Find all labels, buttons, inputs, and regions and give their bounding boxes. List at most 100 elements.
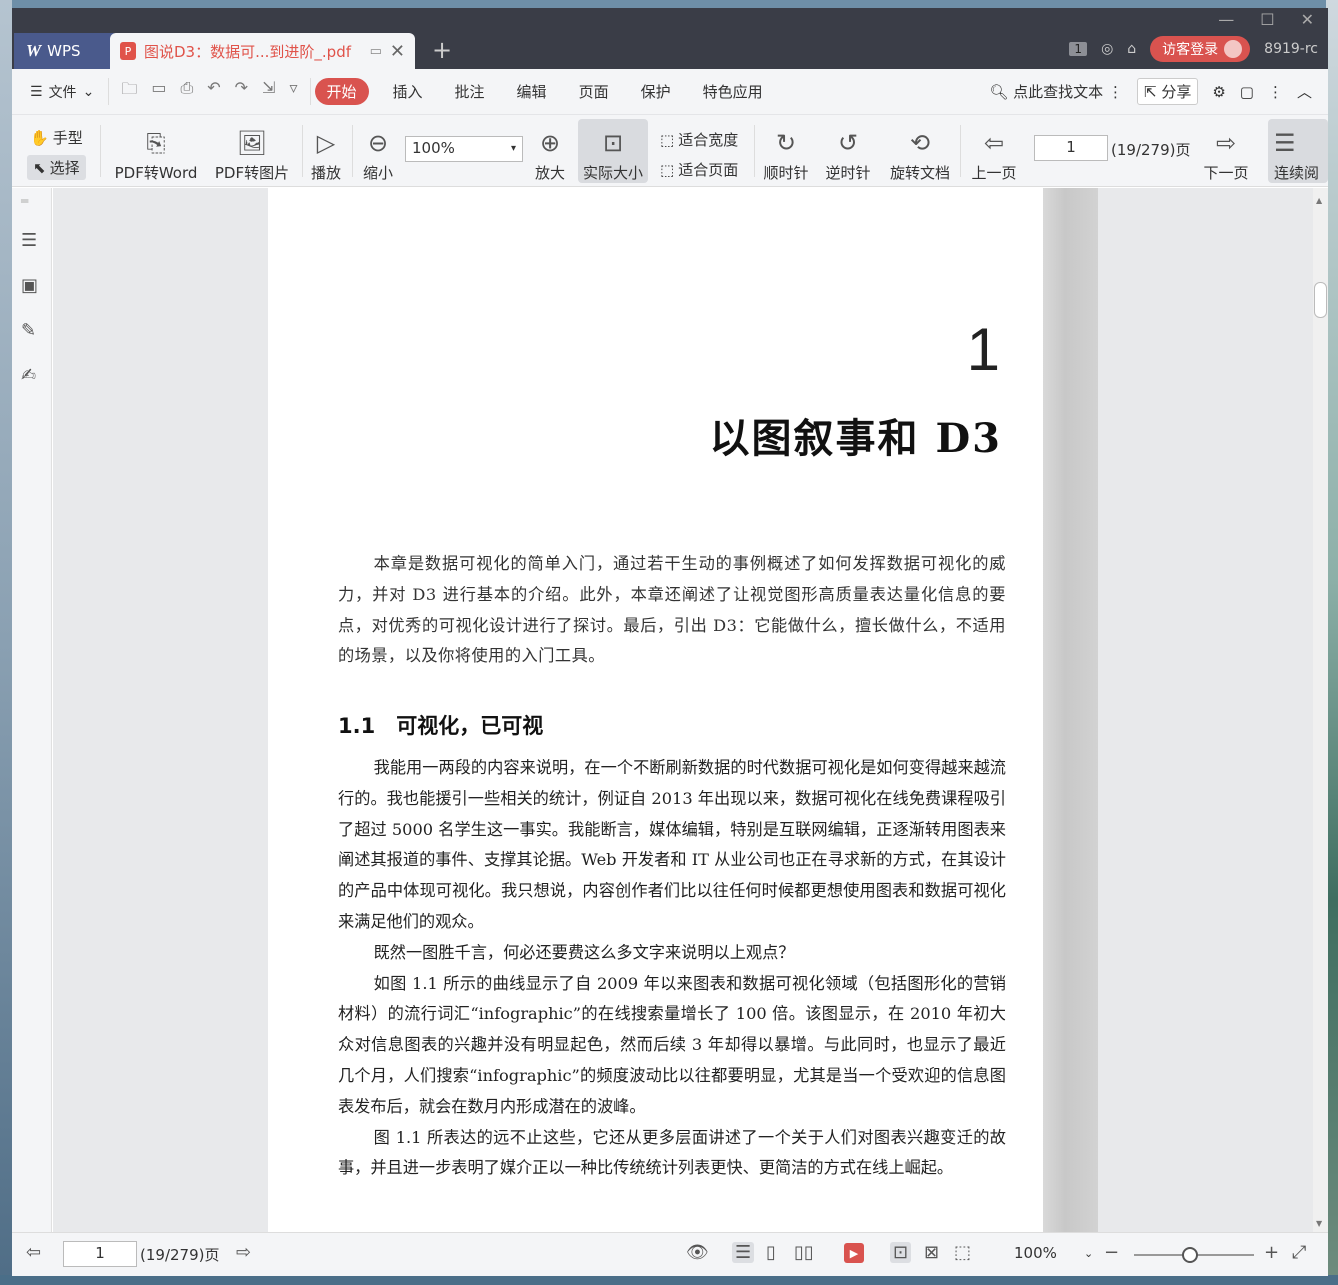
zoom-out-label: 缩小 — [362, 164, 393, 182]
comment-icon[interactable]: ▢ — [1240, 83, 1254, 101]
chapter-number: 1 — [966, 316, 1000, 383]
new-tab-button[interactable]: + — [432, 38, 452, 62]
close-window-icon[interactable]: ✕ — [1301, 10, 1314, 29]
menu-protect[interactable]: 保护 — [625, 81, 687, 102]
minimize-icon[interactable]: — — [1218, 10, 1234, 29]
rotate-document-icon: ⟲ — [909, 129, 931, 157]
save-icon[interactable]: ▭ — [151, 78, 166, 105]
hand-tool-button[interactable]: ✋ 手型 — [30, 127, 83, 148]
prev-page-button[interactable]: ⇦ 上一页 — [970, 119, 1018, 183]
shirt-icon[interactable]: ⌂ — [1127, 41, 1136, 57]
next-page-button[interactable]: ⇨ 下一页 — [1202, 119, 1250, 183]
section-body: 我能用一两段的内容来说明，在一个不断刷新数据的时代数据可视化是如何变得越来越流行… — [338, 753, 1006, 1184]
actual-size-button[interactable]: ⊡ 实际大小 — [578, 119, 648, 183]
tab-wps-home[interactable]: W WPS — [14, 33, 114, 69]
collapse-ribbon-icon[interactable]: ︿ — [1297, 81, 1312, 102]
menu-annotate[interactable]: 批注 — [439, 81, 501, 102]
file-menu-label: 文件 — [48, 84, 77, 101]
actual-size-status-icon[interactable]: ⊡ — [890, 1242, 912, 1263]
page-number-input[interactable]: 1 — [1034, 135, 1108, 161]
redo-icon[interactable]: ↷ — [235, 78, 248, 105]
scrollbar-thumb[interactable] — [1314, 282, 1327, 318]
play-slideshow-icon[interactable]: ▶ — [844, 1243, 864, 1263]
status-page-input[interactable]: 1 — [63, 1241, 137, 1267]
body-paragraph: 图 1.1 所表达的远不止这些，它还从更多层面讲述了一个关于人们对图表兴趣变迁的… — [338, 1127, 1006, 1178]
desktop-background-left — [0, 0, 12, 1285]
maximize-icon[interactable]: ☐ — [1260, 10, 1274, 29]
prev-page-icon[interactable]: ⇦ — [26, 1242, 41, 1263]
fit-page-status-icon[interactable]: ⊠ — [924, 1242, 939, 1263]
fit-page-button[interactable]: ⬚ 适合页面 — [660, 159, 738, 180]
search-text[interactable]: 🔍︎ 点此查找文本 ⋮ — [989, 81, 1123, 102]
menu-page[interactable]: 页面 — [563, 81, 625, 102]
close-tab-icon[interactable]: ✕ — [390, 41, 405, 62]
zoom-out-button[interactable]: ⊖ 缩小 — [360, 119, 396, 183]
zoom-dropdown-icon[interactable]: ⌄ — [1084, 1247, 1093, 1260]
dropdown-icon: ▾ — [510, 143, 516, 154]
rotate-counter-button[interactable]: ↺ 逆时针 — [824, 119, 872, 183]
tab-document-label: 图说D3：数据可...到进阶_.pdf — [144, 42, 351, 61]
vertical-scrollbar[interactable]: ▲ ▼ — [1313, 188, 1328, 1232]
scroll-down-icon[interactable]: ▼ — [1316, 1219, 1322, 1228]
menu-edit[interactable]: 编辑 — [501, 81, 563, 102]
pdf-to-image-icon: 🖼︎ — [236, 129, 268, 157]
continuous-read-button[interactable]: ☰ 连续阅 — [1268, 119, 1328, 183]
pdf-to-word-button[interactable]: ⎘ PDF转Word — [112, 119, 200, 183]
more-dropdown-icon[interactable]: ▿ — [289, 78, 297, 105]
double-page-icon[interactable]: ▯▯ — [794, 1242, 814, 1263]
hand-tool-label: 手型 — [52, 129, 83, 147]
zoom-in-button[interactable]: ⊕ 放大 — [532, 119, 568, 183]
quick-access-toolbar: 🗀 ▭ ⎙ ↶ ↷ ⇲ ▿ — [108, 78, 311, 105]
fit-width-status-icon[interactable]: ⬚ — [954, 1242, 971, 1263]
login-button[interactable]: 访客登录 — [1150, 36, 1251, 62]
status-bar: ⇦ 1 (19/279)页 ⇨ 👁︎ ☰ ▯ ▯▯ ▶ ⊡ ⊠ ⬚ 100% ⌄… — [12, 1232, 1328, 1276]
actual-size-icon: ⊡ — [602, 129, 624, 157]
intro-paragraph: 本章是数据可视化的简单入门，通过若干生动的事例概述了如何发挥数据可视化的威力，并… — [338, 554, 1006, 666]
monitor-icon[interactable]: ▭ — [370, 44, 382, 59]
zoom-plus-icon[interactable]: + — [1264, 1242, 1279, 1263]
skin-icon[interactable]: ◎ — [1101, 41, 1113, 57]
share-icon: ⇱ — [1143, 83, 1157, 101]
file-menu[interactable]: ☰ 文件 ⌄ — [12, 82, 102, 102]
undo-icon[interactable]: ↶ — [207, 78, 220, 105]
fit-width-button[interactable]: ⬚ 适合宽度 — [660, 129, 738, 150]
status-page-total: (19/279)页 — [140, 1246, 220, 1264]
thumbnail-icon[interactable]: ▣ — [21, 275, 38, 296]
menu-special[interactable]: 特色应用 — [687, 81, 779, 102]
rotate-clockwise-button[interactable]: ↻ 顺时针 — [762, 119, 810, 183]
single-page-icon[interactable]: ▯ — [766, 1242, 776, 1263]
menu-start[interactable]: 开始 — [314, 78, 369, 105]
export-icon[interactable]: ⇲ — [262, 78, 275, 105]
scroll-up-icon[interactable]: ▲ — [1316, 196, 1322, 205]
more-icon[interactable]: ⋮ — [1268, 83, 1283, 101]
outline-icon[interactable]: ☰ — [21, 230, 37, 251]
annotation-pen-icon[interactable]: ✎ — [21, 320, 36, 341]
zoom-slider-knob[interactable] — [1182, 1247, 1198, 1263]
continuous-view-icon[interactable]: ☰ — [732, 1242, 755, 1263]
document-view[interactable]: 1 以图叙事和 D3 本章是数据可视化的简单入门，通过若干生动的事例概述了如何发… — [53, 188, 1313, 1232]
fullscreen-icon[interactable]: ⤢ — [1292, 1242, 1306, 1263]
eye-protection-icon[interactable]: 👁︎ — [686, 1242, 709, 1263]
fit-page-icon: ⬚ — [660, 160, 675, 179]
signature-icon[interactable]: ✍ — [21, 365, 36, 386]
print-icon[interactable]: ⎙ — [180, 78, 193, 105]
rotate-document-button[interactable]: ⟲ 旋转文档 — [888, 119, 952, 183]
menu-insert[interactable]: 插入 — [377, 81, 439, 102]
zoom-out-icon: ⊖ — [367, 129, 389, 157]
gear-icon[interactable]: ⚙ — [1212, 83, 1225, 101]
tab-document[interactable]: P 图说D3：数据可...到进阶_.pdf ▭ ✕ — [110, 33, 415, 69]
pdf-page: 1 以图叙事和 D3 本章是数据可视化的简单入门，通过若干生动的事例概述了如何发… — [268, 188, 1098, 1232]
zoom-select[interactable]: 100% ▾ — [405, 136, 523, 162]
share-button[interactable]: ⇱ 分享 — [1136, 78, 1199, 105]
zoom-slider[interactable] — [1134, 1247, 1254, 1263]
window-count-badge[interactable]: 1 — [1069, 42, 1088, 56]
zoom-minus-icon[interactable]: − — [1104, 1242, 1119, 1263]
body-paragraph: 既然一图胜千言，何必还要费这么多文字来说明以上观点？ — [373, 942, 795, 962]
next-page-icon[interactable]: ⇨ — [236, 1242, 251, 1263]
play-button[interactable]: ▷ 播放 — [308, 119, 344, 183]
open-folder-icon[interactable]: 🗀 — [121, 78, 137, 105]
fit-page-label: 适合页面 — [678, 161, 739, 179]
pdf-to-word-icon: ⎘ — [146, 129, 166, 157]
pdf-to-image-button[interactable]: 🖼︎ PDF转图片 — [212, 119, 292, 183]
select-tool-button[interactable]: ⬉ 选择 — [27, 155, 86, 180]
